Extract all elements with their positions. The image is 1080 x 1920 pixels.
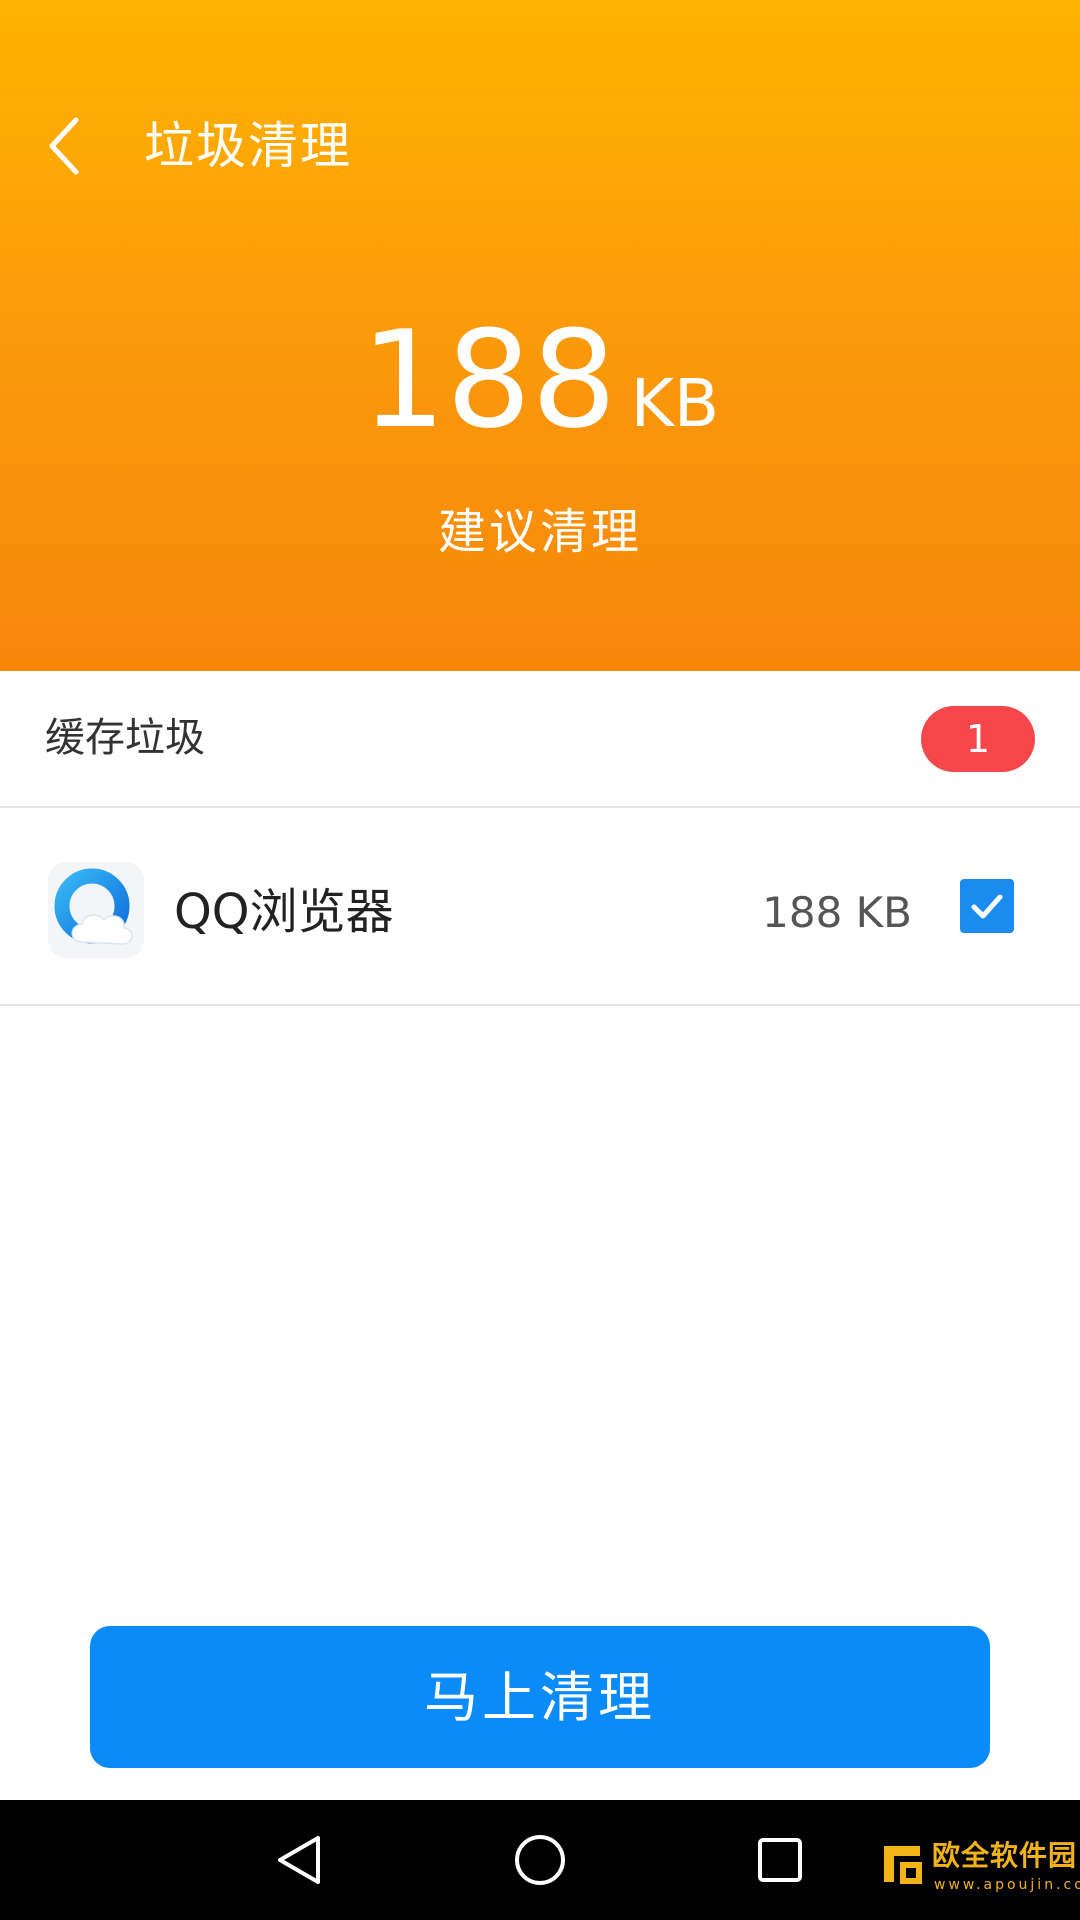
junk-size-value: 188 <box>360 302 617 458</box>
suggestion-text: 建议清理 <box>437 504 642 560</box>
chevron-left-icon <box>49 117 79 175</box>
section-title: 缓存垃圾 <box>45 715 205 761</box>
nav-recents-button[interactable] <box>740 1820 820 1900</box>
cache-junk-section-header[interactable]: 缓存垃圾 1 <box>0 671 1080 808</box>
watermark: 欧全软件园 www.apoujin.com <box>878 1834 1080 1914</box>
circle-home-icon <box>515 1835 565 1885</box>
app-name: QQ浏览器 <box>174 884 394 940</box>
triangle-back-icon <box>278 1836 320 1884</box>
square-recents-icon <box>758 1838 802 1882</box>
nav-home-button[interactable] <box>500 1820 580 1900</box>
header: 垃圾清理 188 KB 建议清理 <box>0 0 1080 671</box>
page-title: 垃圾清理 <box>144 117 352 175</box>
watermark-title: 欧全软件园 <box>932 1839 1078 1872</box>
item-size: 188 KB <box>762 888 912 937</box>
checkmark-icon <box>971 894 1003 919</box>
clean-now-button[interactable]: 马上清理 <box>90 1626 990 1768</box>
count-badge: 1 <box>921 706 1035 772</box>
qq-browser-icon <box>48 862 144 958</box>
list-item[interactable]: QQ浏览器 188 KB <box>0 808 1080 1006</box>
item-checkbox[interactable] <box>960 879 1014 933</box>
watermark-url: www.apoujin.com <box>934 1877 1080 1893</box>
junk-size-display: 188 KB <box>0 300 1080 484</box>
nav-back-button[interactable] <box>260 1820 340 1900</box>
back-button[interactable] <box>32 104 96 188</box>
junk-size-unit: KB <box>630 365 720 442</box>
watermark-logo-icon <box>884 1846 922 1884</box>
